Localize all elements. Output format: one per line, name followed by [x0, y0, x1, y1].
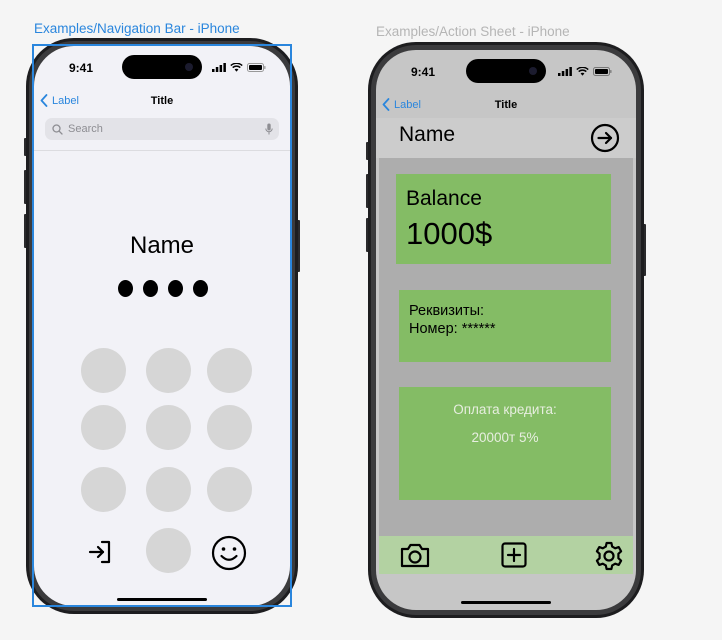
phone-screen: 9:41 Label Title Search Name [34, 46, 290, 606]
keypad-key[interactable] [81, 467, 126, 512]
status-time: 9:41 [69, 61, 94, 75]
requisites-card[interactable]: Реквизиты: Номер: ****** [399, 290, 611, 362]
keypad-key[interactable] [146, 467, 191, 512]
status-bar: 9:41 [376, 50, 636, 94]
keypad-key[interactable] [81, 348, 126, 393]
user-name: Name [399, 123, 456, 146]
chevron-left-icon [382, 98, 390, 111]
dynamic-island [122, 55, 202, 79]
navigation-bar: Label Title [376, 96, 636, 118]
credit-amount: 20000т 5% [471, 430, 539, 445]
pin-dot [193, 280, 208, 297]
iphone-frame-navigation-bar: 9:41 Label Title Search Name [24, 38, 300, 614]
user-name: Name [129, 232, 195, 259]
pin-indicator [118, 280, 208, 297]
pin-dot [168, 280, 183, 297]
credit-payment-card[interactable]: Оплата кредита: 20000т 5% [399, 387, 611, 500]
search-bar[interactable]: Search [45, 118, 279, 140]
search-placeholder: Search [68, 123, 103, 135]
keypad-key-zero[interactable] [146, 528, 191, 573]
keypad-key[interactable] [207, 467, 252, 512]
keypad-key[interactable] [146, 405, 191, 450]
status-icons [212, 63, 266, 72]
keypad-key[interactable] [207, 405, 252, 450]
status-time: 9:41 [411, 65, 436, 79]
dynamic-island [466, 59, 546, 83]
back-button[interactable]: Label [382, 98, 421, 111]
home-indicator[interactable] [117, 598, 207, 601]
iphone-frame-action-sheet: 9:41 Label Title Name Balance 1000$ Рекв… [366, 42, 646, 618]
credit-title: Оплата кредита: [453, 402, 557, 417]
nav-separator [34, 150, 290, 151]
keypad-key[interactable] [207, 348, 252, 393]
account-header: Name [376, 118, 636, 158]
battery-icon [247, 63, 266, 72]
chevron-left-icon [40, 94, 48, 107]
balance-card[interactable]: Balance 1000$ [396, 174, 611, 264]
wifi-icon [576, 67, 589, 76]
credit-text: Оплата кредита: 20000т 5% [399, 396, 611, 452]
requisites-text: Реквизиты: Номер: ****** [409, 302, 496, 338]
plus-square-icon[interactable] [499, 540, 529, 570]
home-indicator[interactable] [461, 601, 551, 604]
back-button-label: Label [394, 98, 421, 111]
cellular-signal-icon [558, 67, 572, 76]
camera-icon[interactable] [398, 540, 432, 570]
requisites-title: Реквизиты: [409, 303, 485, 319]
keypad-key[interactable] [81, 405, 126, 450]
phone-screen: 9:41 Label Title Name Balance 1000$ Рекв… [376, 50, 636, 610]
back-button[interactable]: Label [40, 94, 79, 107]
cellular-signal-icon [212, 63, 226, 72]
navigation-bar: Label Title [34, 92, 290, 114]
wifi-icon [230, 63, 243, 72]
requisites-number: Номер: ****** [409, 321, 496, 337]
tab-bar [379, 536, 633, 574]
balance-value: 1000$ [406, 216, 493, 251]
content-area: Balance 1000$ Реквизиты: Номер: ****** О… [379, 158, 633, 536]
status-bar: 9:41 [34, 46, 290, 90]
mic-icon[interactable] [265, 123, 273, 135]
balance-label: Balance [406, 187, 482, 210]
smiley-icon[interactable] [211, 535, 247, 571]
status-icons [558, 67, 612, 76]
back-button-label: Label [52, 94, 79, 107]
gear-icon[interactable] [593, 540, 625, 572]
login-icon[interactable] [86, 537, 116, 567]
arrow-right-circle-icon[interactable] [590, 123, 620, 153]
frame-label-navigation-bar[interactable]: Examples/Navigation Bar - iPhone [34, 21, 240, 36]
keypad-key[interactable] [146, 348, 191, 393]
search-icon [52, 123, 63, 135]
pin-dot [143, 280, 158, 297]
battery-icon [593, 67, 612, 76]
frame-label-action-sheet[interactable]: Examples/Action Sheet - iPhone [376, 24, 570, 39]
pin-dot [118, 280, 133, 297]
